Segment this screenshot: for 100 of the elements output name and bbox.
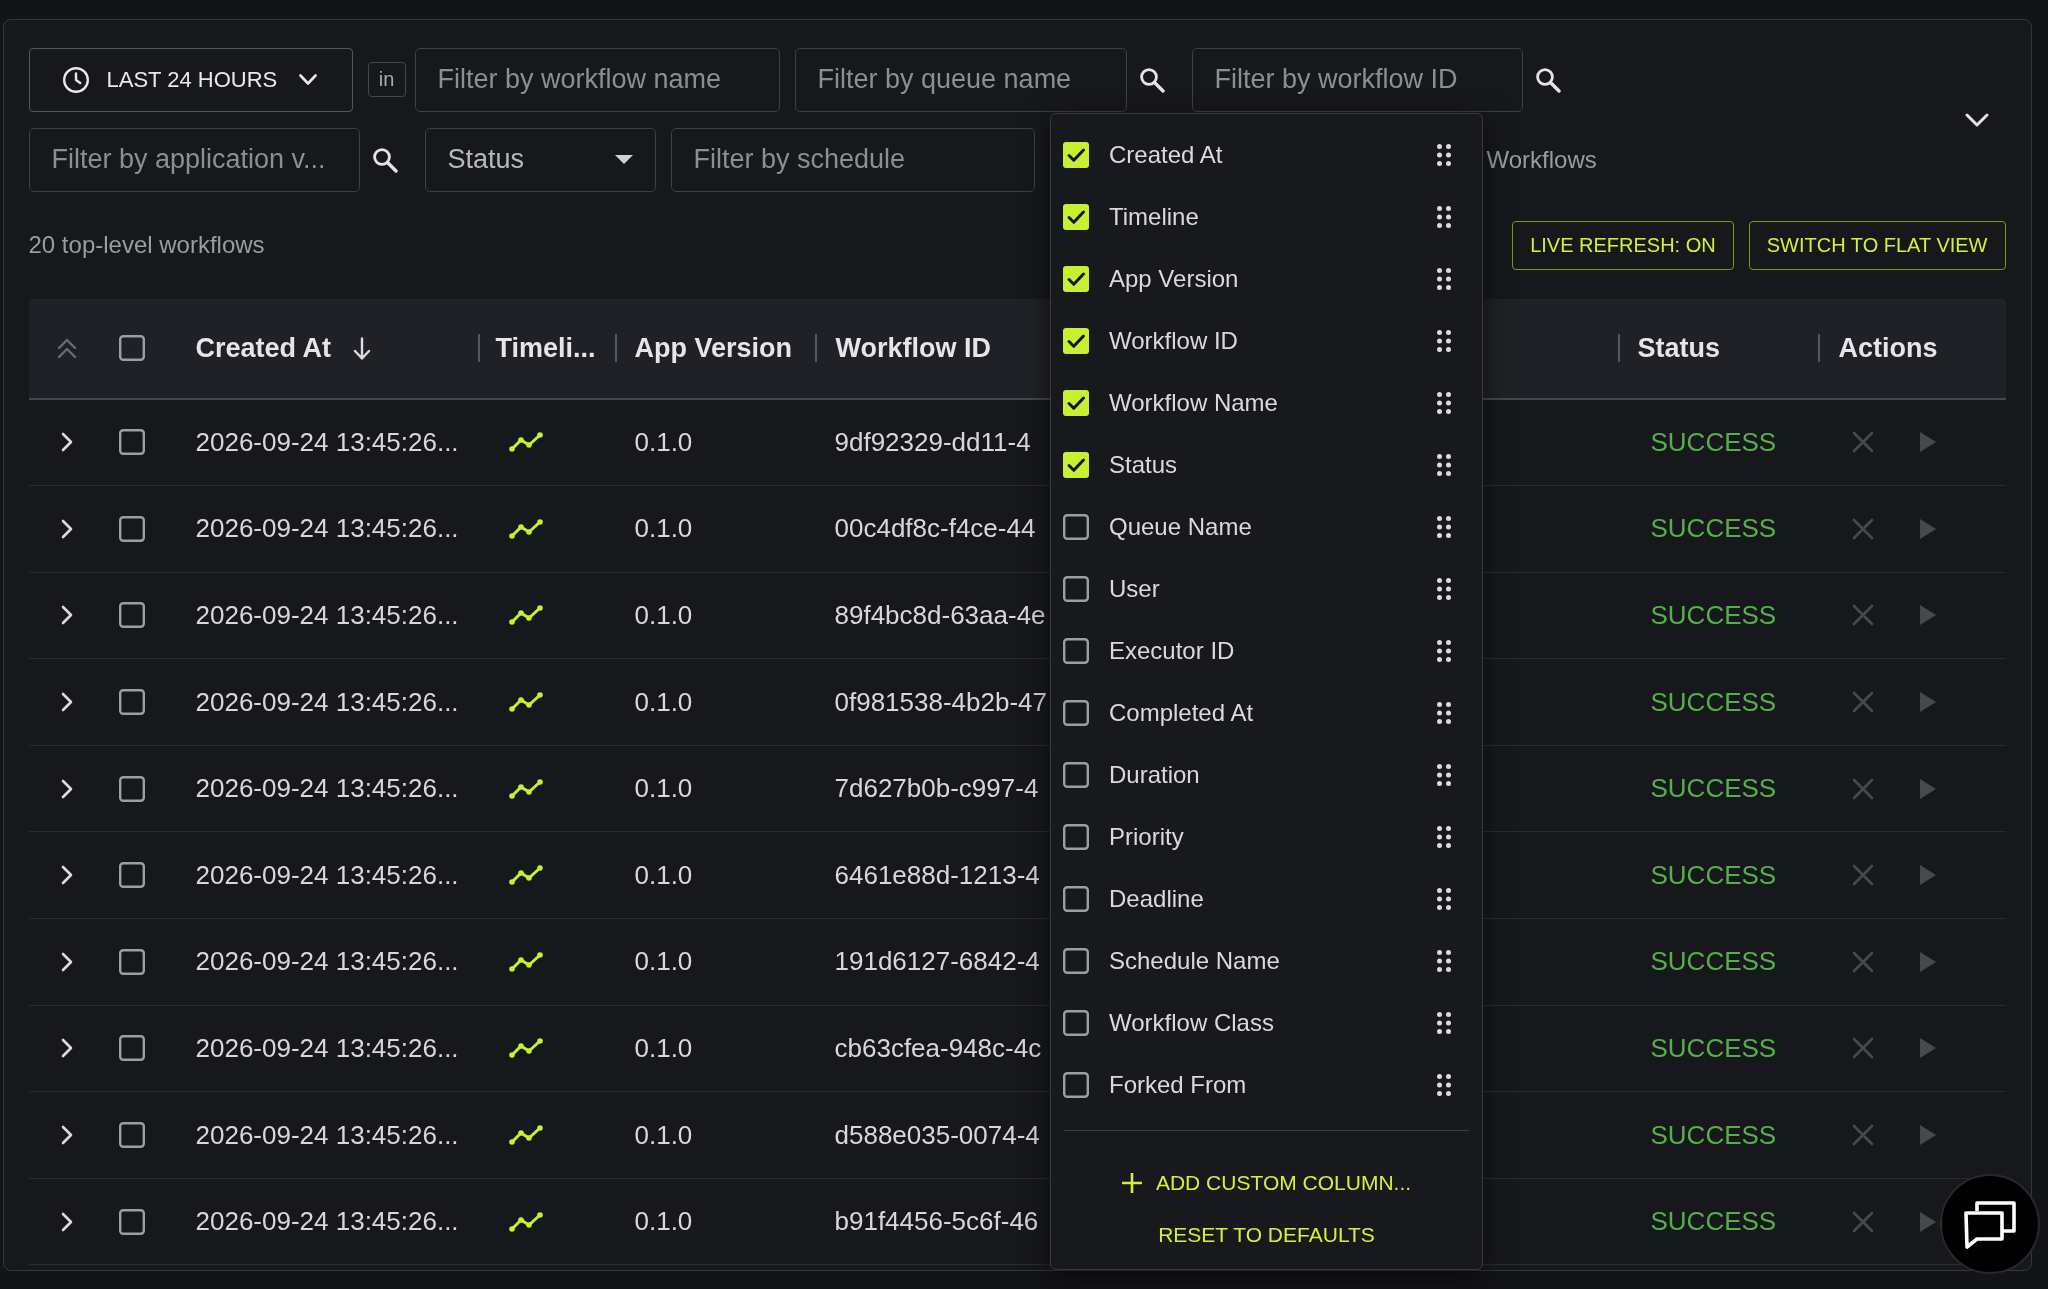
column-header[interactable]: Status (1637, 332, 1721, 364)
column-checkbox[interactable] (1063, 948, 1089, 974)
expand-chevron-icon[interactable] (60, 778, 73, 799)
drag-handle-icon[interactable] (1437, 1012, 1451, 1034)
expand-chevron-icon[interactable] (60, 692, 73, 713)
expand-chevron-icon[interactable] (60, 1125, 73, 1146)
expand-chevron-icon[interactable] (60, 951, 73, 972)
workflow-id-text: 0f981538-4b2b-47 (834, 686, 1048, 718)
expand-chevron-icon[interactable] (60, 432, 73, 453)
row-checkbox[interactable] (119, 515, 145, 542)
trend-line-icon (508, 692, 543, 713)
row-checkbox[interactable] (119, 429, 145, 456)
row-checkbox[interactable] (119, 862, 145, 889)
time-range-button[interactable]: LAST 24 HOURS (28, 47, 353, 112)
row-checkbox[interactable] (119, 948, 145, 975)
status-text: SUCCESS (1650, 1119, 1777, 1151)
column-option-label[interactable]: App Version (1109, 265, 1239, 293)
chevron-down-icon[interactable] (1964, 112, 1989, 127)
expand-chevron-icon[interactable] (60, 518, 73, 539)
status-text: SUCCESS (1650, 773, 1777, 805)
drag-handle-icon[interactable] (1437, 206, 1451, 228)
column-option-label[interactable]: Forked From (1109, 1071, 1247, 1099)
expand-chevron-icon[interactable] (60, 1038, 73, 1059)
column-checkbox[interactable] (1063, 328, 1089, 354)
column-option-label[interactable]: User (1109, 575, 1160, 603)
live-refresh-button[interactable]: LIVE REFRESH: ON (1512, 220, 1734, 270)
column-option-label[interactable]: Priority (1109, 823, 1184, 851)
column-option-label[interactable]: Duration (1109, 761, 1200, 789)
column-checkbox[interactable] (1063, 1010, 1089, 1036)
drag-handle-icon[interactable] (1437, 702, 1451, 724)
created-at-text: 2026-09-24 13:45:26... (195, 773, 459, 805)
column-option-label[interactable]: Schedule Name (1109, 947, 1280, 975)
column-checkbox[interactable] (1063, 204, 1089, 230)
drag-handle-icon[interactable] (1437, 454, 1451, 476)
filter-input[interactable]: Filter by application v... (28, 127, 360, 192)
column-option-label[interactable]: Status (1109, 451, 1178, 479)
column-option-label[interactable]: Completed At (1109, 699, 1254, 727)
row-checkbox[interactable] (119, 602, 145, 629)
column-checkbox[interactable] (1063, 1072, 1089, 1098)
drag-handle-icon[interactable] (1437, 144, 1451, 166)
app-version-text: 0.1.0 (634, 1032, 693, 1064)
column-checkbox[interactable] (1063, 824, 1089, 850)
search-icon[interactable] (1138, 66, 1165, 93)
column-header[interactable]: App Version (634, 332, 793, 364)
column-checkbox[interactable] (1063, 142, 1089, 168)
column-checkbox[interactable] (1063, 266, 1089, 292)
column-option-label[interactable]: Timeline (1109, 203, 1199, 231)
double-chevron-up-icon[interactable] (56, 337, 77, 359)
filter-input[interactable]: Filter by workflow ID (1191, 47, 1523, 112)
drag-handle-icon[interactable] (1437, 826, 1451, 848)
drag-handle-icon[interactable] (1437, 640, 1451, 662)
search-icon[interactable] (371, 146, 398, 173)
expand-chevron-icon[interactable] (60, 1211, 73, 1232)
column-header[interactable]: Actions (1838, 332, 1938, 364)
search-icon[interactable] (1534, 66, 1561, 93)
row-checkbox[interactable] (119, 1035, 145, 1062)
row-checkbox[interactable] (119, 1122, 145, 1149)
flat-view-button[interactable]: SWITCH TO FLAT VIEW (1748, 220, 2006, 270)
column-header[interactable]: Timeli... (495, 332, 596, 364)
drag-handle-icon[interactable] (1437, 950, 1451, 972)
drag-handle-icon[interactable] (1437, 516, 1451, 538)
expand-chevron-icon[interactable] (60, 865, 73, 886)
filter-input[interactable]: Filter by schedule (670, 127, 1035, 192)
row-checkbox[interactable] (119, 1208, 145, 1235)
column-option-label[interactable]: Queue Name (1109, 513, 1252, 541)
column-option-label[interactable]: Workflow ID (1109, 327, 1238, 355)
column-header[interactable]: Workflow ID (835, 332, 991, 364)
filter-input[interactable]: Filter by queue name (794, 47, 1127, 112)
column-checkbox[interactable] (1063, 390, 1089, 416)
column-checkbox[interactable] (1063, 762, 1089, 788)
row-checkbox[interactable] (119, 775, 145, 802)
drag-handle-icon[interactable] (1437, 578, 1451, 600)
column-checkbox[interactable] (1063, 452, 1089, 478)
sort-arrow-icon[interactable] (353, 336, 372, 360)
add-column-button[interactable]: ADD CUSTOM COLUMN... (1117, 1161, 1416, 1205)
column-checkbox[interactable] (1063, 886, 1089, 912)
drag-handle-icon[interactable] (1437, 392, 1451, 414)
drag-handle-icon[interactable] (1437, 268, 1451, 290)
expand-chevron-icon[interactable] (60, 605, 73, 626)
column-option-label[interactable]: Executor ID (1109, 637, 1235, 665)
column-option-label[interactable]: Workflow Name (1109, 389, 1278, 417)
drag-handle-icon[interactable] (1437, 330, 1451, 352)
drag-handle-icon[interactable] (1437, 1074, 1451, 1096)
column-checkbox[interactable] (1063, 638, 1089, 664)
column-header[interactable]: Created At (195, 332, 332, 364)
column-checkbox[interactable] (1063, 514, 1089, 540)
column-option-label[interactable]: Workflow Class (1109, 1009, 1274, 1037)
filter-input[interactable]: Filter by workflow name (414, 47, 780, 112)
column-checkbox[interactable] (1063, 700, 1089, 726)
drag-handle-icon[interactable] (1437, 888, 1451, 910)
drag-handle-icon[interactable] (1437, 764, 1451, 786)
column-option-label[interactable]: Deadline (1109, 885, 1204, 913)
reset-defaults-button[interactable]: RESET TO DEFAULTS (1154, 1213, 1379, 1257)
row-checkbox[interactable] (119, 689, 145, 716)
column-option-label[interactable]: Created At (1109, 141, 1223, 169)
workflow-id-text: d588e035-0074-4 (834, 1119, 1040, 1151)
chevron-down-icon (299, 74, 318, 85)
column-checkbox[interactable] (1063, 576, 1089, 602)
select-all-checkbox[interactable] (119, 335, 145, 361)
filter-select[interactable]: Status (424, 127, 656, 192)
